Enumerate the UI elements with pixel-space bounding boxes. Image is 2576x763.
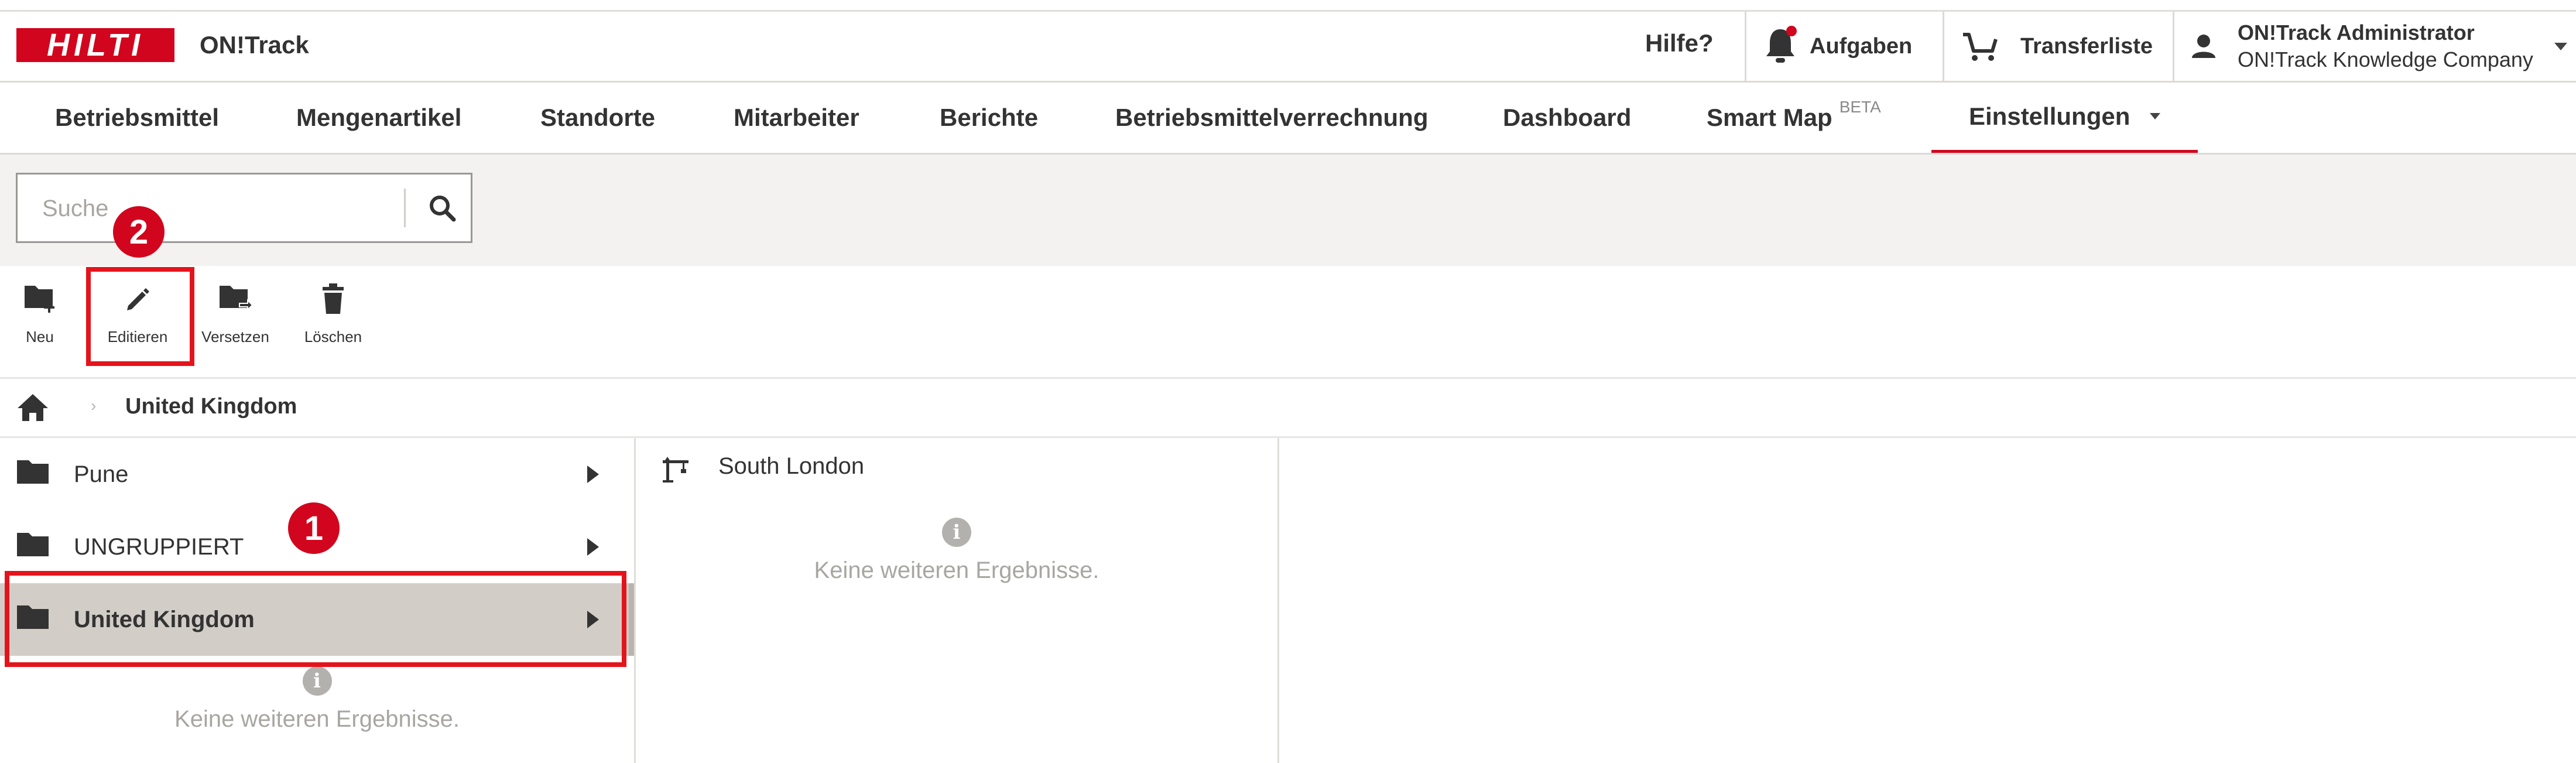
tasks-label: Aufgaben	[1810, 33, 1913, 59]
search-area	[0, 155, 2576, 266]
user-info: ON!Track Administrator ON!Track Knowledg…	[2238, 19, 2533, 73]
chevron-down-icon	[2554, 42, 2567, 50]
user-company: ON!Track Knowledge Company	[2238, 47, 2533, 71]
breadcrumb-current: United Kingdom	[125, 394, 297, 419]
folder-add-icon	[25, 286, 54, 313]
search-button[interactable]	[422, 189, 463, 227]
move-button[interactable]: Versetzen	[189, 282, 282, 346]
beta-badge: BETA	[1839, 98, 1881, 116]
nav-item-einstellungen[interactable]: Einstellungen	[1931, 83, 2198, 153]
cart-icon	[1963, 33, 1998, 61]
nav-item-betriebsmittel[interactable]: Betriebsmittel	[55, 83, 219, 153]
nav-item-standorte[interactable]: Standorte	[540, 83, 655, 153]
move-label: Versetzen	[201, 328, 269, 345]
selection-highlight-box	[5, 571, 626, 667]
search-input[interactable]	[41, 175, 406, 242]
caret-right-icon[interactable]	[587, 466, 599, 483]
chevron-down-icon	[2150, 113, 2161, 119]
search-divider	[404, 189, 406, 227]
user-icon	[2192, 35, 2215, 58]
list-item-pune[interactable]: Pune	[0, 438, 634, 511]
nav-item-mitarbeiter[interactable]: Mitarbeiter	[734, 83, 859, 153]
app-header: HILTI ON!Track Hilfe? Aufgaben Transferl…	[0, 12, 2576, 83]
transfer-list-label: Transferliste	[2020, 33, 2153, 59]
locations-column: South London i Keine weiteren Ergebnisse…	[636, 438, 1279, 763]
new-label: Neu	[26, 328, 54, 345]
hilti-logo[interactable]: HILTI	[16, 28, 174, 63]
delete-button[interactable]: Löschen	[286, 282, 380, 346]
search-icon	[430, 196, 456, 222]
breadcrumb-separator-icon: ›	[91, 396, 97, 415]
info-icon: i	[302, 666, 332, 696]
info-icon: i	[942, 518, 971, 547]
app-name: ON!Track	[200, 31, 309, 59]
edit-highlight-box	[86, 267, 194, 366]
list-item-label: UNGRUPPIERT	[74, 533, 244, 560]
nav-item-smart-map[interactable]: Smart Map BETA	[1707, 83, 1881, 153]
transfer-list-button[interactable]: Transferliste	[1943, 12, 2173, 81]
bell-icon	[1763, 26, 1798, 67]
nav-item-betriebsmittelverrechnung[interactable]: Betriebsmittelverrechnung	[1115, 83, 1428, 153]
crane-icon	[663, 457, 688, 483]
step-marker-2: 2	[113, 206, 165, 258]
nav-item-dashboard[interactable]: Dashboard	[1503, 83, 1631, 153]
trash-icon	[323, 283, 344, 314]
top-strip	[0, 0, 2576, 12]
search-box	[16, 173, 472, 243]
delete-label: Löschen	[304, 328, 362, 345]
new-button[interactable]: Neu	[0, 282, 87, 346]
list-item-label: South London	[718, 453, 865, 479]
user-menu[interactable]: ON!Track Administrator ON!Track Knowledg…	[2173, 12, 2576, 81]
user-name: ON!Track Administrator	[2238, 20, 2475, 45]
folder-move-icon	[220, 286, 254, 312]
empty-text: Keine weiteren Ergebnisse.	[814, 557, 1099, 583]
main-nav: Betriebsmittel Mengenartikel Standorte M…	[0, 83, 2576, 155]
list-item-south-london[interactable]: South London	[636, 438, 1277, 499]
empty-text: Keine weiteren Ergebnisse.	[174, 706, 460, 732]
action-toolbar: Neu Editieren Versetzen Löschen	[0, 266, 2576, 379]
smart-map-label: Smart Map	[1707, 104, 1832, 131]
list-item-label: Pune	[74, 461, 129, 487]
folder-icon	[17, 460, 49, 484]
tasks-button[interactable]: Aufgaben	[1745, 12, 1943, 81]
help-link[interactable]: Hilfe?	[1645, 29, 1714, 57]
groups-empty-message: i Keine weiteren Ergebnisse.	[0, 666, 634, 733]
nav-item-berichte[interactable]: Berichte	[940, 83, 1038, 153]
step-marker-1: 1	[288, 502, 340, 554]
locations-empty-message: i Keine weiteren Ergebnisse.	[636, 518, 1277, 584]
folder-icon	[17, 533, 49, 556]
einstellungen-label: Einstellungen	[1969, 102, 2130, 130]
notification-dot	[1786, 26, 1797, 36]
breadcrumb: › United Kingdom	[0, 379, 2576, 438]
nav-item-mengenartikel[interactable]: Mengenartikel	[296, 83, 461, 153]
logo-text: HILTI	[47, 28, 144, 63]
caret-right-icon[interactable]	[587, 538, 599, 556]
home-icon[interactable]	[16, 393, 49, 422]
